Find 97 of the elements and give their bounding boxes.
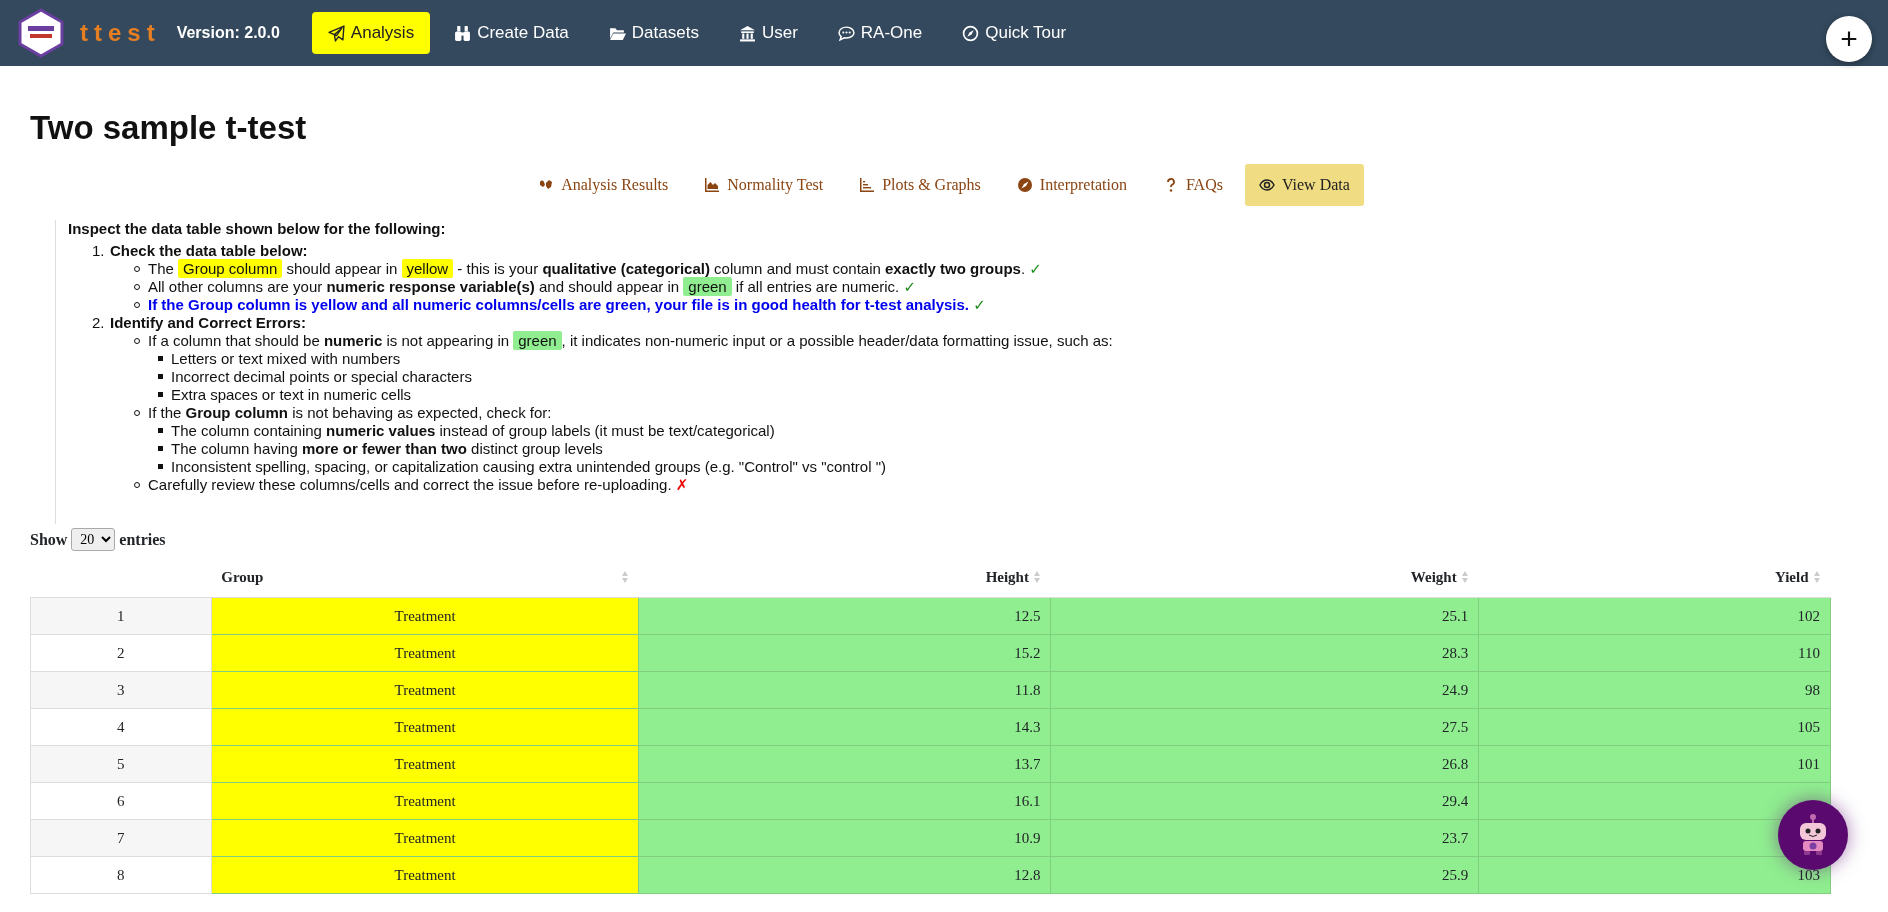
instruction-text: If the Group column is yellow and all numeric columns/cells are green, your file is in good health for t-test analysis. ✓ (148, 295, 986, 314)
table-cell: Treatment (211, 634, 639, 672)
nav-item[interactable]: User (722, 12, 814, 54)
sort-icon[interactable] (620, 570, 629, 585)
tab[interactable]: Interpretation (1002, 163, 1141, 206)
instruction-text: Letters or text mixed with numbers (171, 349, 401, 368)
table-cell: 28.3 (1050, 634, 1479, 672)
table-cell: 25.1 (1050, 597, 1479, 635)
table-cell: Treatment (211, 708, 639, 746)
table-cell: 103 (1478, 856, 1831, 894)
instruction-text: The Group column should appear in yellow - this is your qualitative (categorical) column and must contain exactly two groups. ✓ (148, 259, 1042, 278)
table-cell: Treatment (211, 597, 639, 635)
row-number: 8 (30, 856, 212, 894)
table-cell: 12.5 (638, 597, 1051, 635)
building-icon (738, 24, 756, 42)
table-cell: 10.9 (638, 819, 1051, 857)
instruction-text: Inconsistent spelling, spacing, or capitalization causing extra unintended groups (e.g. "Control" vs "control ") (171, 457, 887, 476)
page-title: Two sample t-test (30, 108, 308, 148)
eye-icon (1258, 176, 1275, 193)
instruction-text: Extra spaces or text in numeric cells (171, 385, 412, 404)
instruction-text: If the Group column is not behaving as expected, check for: (148, 403, 552, 422)
logo-icon (18, 8, 64, 58)
table-cell: 101 (1478, 745, 1831, 783)
nav-item[interactable]: Create Data (438, 12, 585, 54)
compass-icon (962, 24, 980, 42)
table-cell: 110 (1478, 634, 1831, 672)
paper-plane-icon (327, 24, 345, 42)
table-cell: 24.9 (1050, 671, 1479, 709)
step-title: Identify and Correct Errors: (110, 313, 306, 332)
entries-label: entries (119, 529, 166, 550)
bullet-icon (158, 445, 163, 451)
column-header[interactable]: Weight (1410, 566, 1457, 589)
binoculars-icon (454, 24, 472, 42)
row-number: 4 (30, 708, 212, 746)
bullet-icon (158, 373, 163, 379)
table-cell: Treatment (211, 819, 639, 857)
step-title: Check the data table below: (110, 241, 308, 260)
nav-item[interactable]: Datasets (592, 12, 715, 54)
table-cell: 16.1 (638, 782, 1051, 820)
table-cell: 13.7 (638, 745, 1051, 783)
step-number: 1. (92, 241, 106, 260)
bar-list-icon (859, 176, 876, 193)
table-cell: Treatment (211, 782, 639, 820)
row-number: 6 (30, 782, 212, 820)
row-number: 2 (30, 634, 212, 672)
table-cell: 105 (1478, 708, 1831, 746)
tab[interactable]: FAQs (1148, 163, 1237, 206)
show-label: Show (30, 529, 68, 550)
area-chart-icon (704, 176, 721, 193)
table-cell: 11.8 (638, 671, 1051, 709)
table-cell: 14.3 (638, 708, 1051, 746)
chat-bubble-icon (837, 24, 855, 42)
tab[interactable]: Normality Test (690, 163, 838, 206)
sort-icon[interactable] (1032, 570, 1041, 585)
tab[interactable]: Analysis Results (524, 163, 683, 206)
version-label: Version: 2.0.0 (176, 23, 280, 43)
table-cell: 29.4 (1050, 782, 1479, 820)
instruction-text: Carefully review these columns/cells and correct the issue before re-uploading. ✗ (148, 475, 689, 494)
instruction-text: All other columns are your numeric response variable(s) and should appear in green if all entries are numeric. ✓ (148, 277, 916, 296)
row-number: 5 (30, 745, 212, 783)
bullet-icon (158, 355, 163, 361)
bullet-icon (158, 391, 163, 397)
row-number: 3 (30, 671, 212, 709)
column-header[interactable]: Yield (1774, 566, 1809, 589)
table-cell: Treatment (211, 671, 639, 709)
bullet-icon (158, 427, 163, 433)
instruction-text: If a column that should be numeric is not appearing in green , it indicates non-numeric input or a possible header/data formatting issue, such as: (148, 331, 1113, 350)
column-header[interactable]: Group (221, 566, 264, 589)
table-cell: Treatment (211, 745, 639, 783)
instruction-text: The column containing numeric values instead of group labels (it must be text/categorical) (171, 421, 775, 440)
nav-item[interactable]: Analysis (311, 12, 431, 54)
step-number: 2. (92, 313, 106, 332)
instruction-text: The column having more or fewer than two distinct group levels (171, 439, 603, 458)
nav-item[interactable]: RA-One (821, 12, 939, 54)
app-name: ttest (80, 18, 161, 48)
row-number: 7 (30, 819, 212, 857)
table-cell: 27.5 (1050, 708, 1479, 746)
tab[interactable]: Plots & Graphs (845, 163, 995, 206)
table-cell: Treatment (211, 856, 639, 894)
sort-icon[interactable] (1812, 570, 1821, 585)
table-cell: 98 (1478, 671, 1831, 709)
table-cell: 12.8 (638, 856, 1051, 894)
instruction-text: Incorrect decimal points or special characters (171, 367, 472, 386)
compass-icon (1016, 176, 1033, 193)
bullet-icon (158, 463, 163, 469)
table-cell: 23.7 (1050, 819, 1479, 857)
instructions-heading: Inspect the data table shown below for the following: (68, 219, 447, 238)
tab[interactable]: View Data (1244, 163, 1364, 206)
sort-icon[interactable] (1460, 570, 1469, 585)
table-cell: 15.2 (638, 634, 1051, 672)
column-header[interactable]: Height (985, 566, 1029, 589)
row-number: 1 (30, 597, 212, 635)
table-cell: 25.9 (1050, 856, 1479, 894)
table-cell: 102 (1478, 597, 1831, 635)
nav-item[interactable]: Quick Tour (946, 12, 1083, 54)
entries-select[interactable]: 20 (71, 528, 116, 552)
table-cell: 26.8 (1050, 745, 1479, 783)
